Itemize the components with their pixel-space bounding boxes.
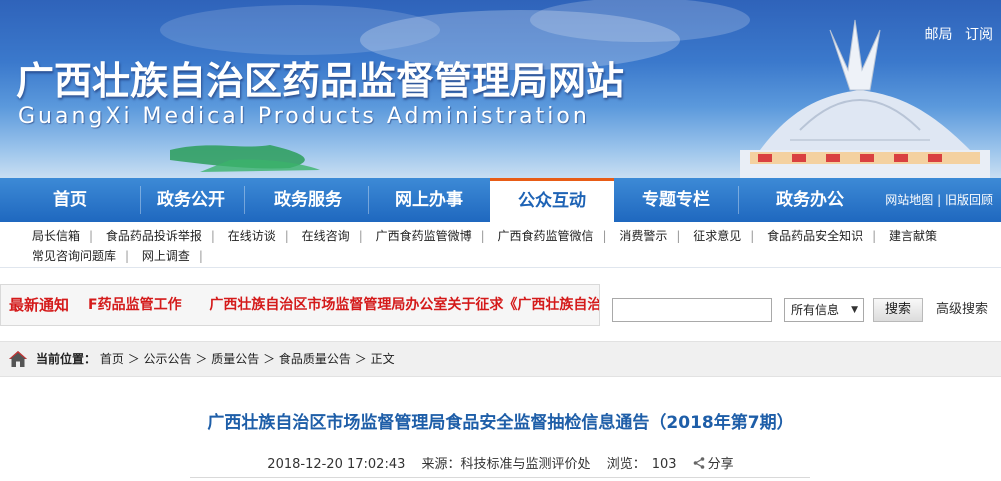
nav-item-public-interaction[interactable]: 公众互动 xyxy=(490,178,614,222)
sub-nav-item-director-mailbox[interactable]: 局长信箱 xyxy=(32,229,80,243)
top-links: 邮局 订阅 xyxy=(917,24,993,44)
notice-ticker: F药品监管工作 广西壮族自治区市场监督管理局办公室关于征求《广西壮族自治 xyxy=(88,285,599,325)
sub-nav-item-online-survey[interactable]: 网上调查 xyxy=(142,249,190,263)
nav-divider xyxy=(738,186,739,214)
breadcrumb-separator: ＞ xyxy=(263,352,276,366)
share-button[interactable]: 分享 xyxy=(693,457,734,472)
breadcrumb-item-current: 正文 xyxy=(370,352,395,366)
breadcrumb-item-notices[interactable]: 公示公告 xyxy=(144,352,192,366)
article-meta: 2018-12-20 17:02:43 来源：科技标准与监测评价处 浏览： 103… xyxy=(0,453,1001,472)
sub-nav-item-consumer-warning[interactable]: 消费警示 xyxy=(619,229,667,243)
notice-bar: 最新通知 F药品监管工作 广西壮族自治区市场监督管理局办公室关于征求《广西壮族自… xyxy=(0,280,1001,330)
main-nav: 首页 政务公开 政务服务 网上办事 公众互动 专题专栏 政务办公 网站地图 | … xyxy=(0,178,1001,222)
old-version-link[interactable]: 旧版回顾 xyxy=(945,193,993,207)
nav-divider xyxy=(244,186,245,214)
search-scope-value: 所有信息 xyxy=(791,303,840,317)
search-button[interactable]: 搜索 xyxy=(873,298,923,322)
breadcrumb-separator: ＞ xyxy=(354,352,367,366)
sub-nav-row: 局长信箱 | 食品药品投诉举报 | 在线访谈 | 在线咨询 | 广西食药监管微博 | 广西… xyxy=(32,229,938,243)
article-title: 广西壮族自治区市场监督管理局食品安全监督抽检信息通告（2018年第7期） xyxy=(207,413,794,433)
sub-nav-item-online-consult[interactable]: 在线咨询 xyxy=(302,229,350,243)
sub-nav-item-safety-knowledge[interactable]: 食品药品安全知识 xyxy=(767,229,863,243)
subscribe-link[interactable]: 订阅 xyxy=(965,27,993,43)
notice-link[interactable]: F药品监管工作 xyxy=(88,297,182,313)
mail-link[interactable]: 邮局 xyxy=(925,27,953,43)
sub-nav-item-weibo[interactable]: 广西食药监管微博 xyxy=(376,229,472,243)
breadcrumb-item-quality[interactable]: 质量公告 xyxy=(211,352,259,366)
notice-link[interactable]: 广西壮族自治区市场监督管理局办公室关于征求《广西壮族自治 xyxy=(209,297,599,313)
nav-item-government-services[interactable]: 政务服务 xyxy=(246,178,370,222)
article-views: 浏览： 103 xyxy=(606,457,677,472)
home-icon xyxy=(9,351,27,367)
sub-nav-item-suggestions[interactable]: 建言献策 xyxy=(889,229,937,243)
nav-item-online-services[interactable]: 网上办事 xyxy=(368,178,490,222)
breadcrumb-item-home[interactable]: 首页 xyxy=(100,352,124,366)
breadcrumb: 当前位置： 首页 ＞ 公示公告 ＞ 质量公告 ＞ 食品质量公告 ＞ 正文 xyxy=(0,341,1001,377)
breadcrumb-separator: ＞ xyxy=(127,352,140,366)
article-datetime: 2018-12-20 17:02:43 xyxy=(267,457,406,472)
nav-item-home[interactable]: 首页 xyxy=(0,178,140,222)
site-title-english: GuangXi Medical Products Administration xyxy=(18,104,590,129)
breadcrumb-label: 当前位置： xyxy=(36,352,97,366)
latest-notice-box: 最新通知 F药品监管工作 广西壮族自治区市场监督管理局办公室关于征求《广西壮族自… xyxy=(0,284,600,326)
share-icon xyxy=(693,457,704,469)
latest-notice-label: 最新通知 xyxy=(9,296,70,314)
site-title: 广西壮族自治区药品监督管理局网站 xyxy=(16,59,625,103)
nav-item-special-topics[interactable]: 专题专栏 xyxy=(614,178,738,222)
nav-item-office[interactable]: 政务办公 xyxy=(740,178,880,222)
nav-extra-links: 网站地图 | 旧版回顾 xyxy=(885,178,993,222)
breadcrumb-separator: ＞ xyxy=(195,352,208,366)
search-input[interactable] xyxy=(613,299,771,321)
breadcrumb-trail: 当前位置： 首页 ＞ 公示公告 ＞ 质量公告 ＞ 食品质量公告 ＞ 正文 xyxy=(36,342,395,376)
sitemap-link[interactable]: 网站地图 xyxy=(885,193,933,207)
sub-nav-item-solicit-opinions[interactable]: 征求意见 xyxy=(693,229,741,243)
sub-nav-item-online-interview[interactable]: 在线访谈 xyxy=(228,229,276,243)
sub-nav-item-wechat[interactable]: 广西食药监管微信 xyxy=(497,229,593,243)
sub-nav: 局长信箱 | 食品药品投诉举报 | 在线访谈 | 在线咨询 | 广西食药监管微博 | 广西… xyxy=(0,222,1001,268)
meta-divider xyxy=(190,477,810,478)
breadcrumb-item-food-quality[interactable]: 食品质量公告 xyxy=(279,352,351,366)
search-input-wrapper xyxy=(612,298,772,322)
chevron-down-icon: ▼ xyxy=(851,305,858,315)
sub-nav-row: 常见咨询问题库 | 网上调查 | xyxy=(32,249,203,263)
extra-divider: | xyxy=(937,193,945,207)
advanced-search-link[interactable]: 高级搜索 xyxy=(936,298,988,322)
nav-item-government-affairs[interactable]: 政务公开 xyxy=(120,178,262,222)
article-source: 来源：科技标准与监测评价处 xyxy=(421,457,591,472)
search-scope-select[interactable]: 所有信息 ▼ xyxy=(784,298,864,322)
sub-nav-item-faq[interactable]: 常见咨询问题库 xyxy=(32,249,116,263)
site-banner: 广西壮族自治区药品监督管理局网站 GuangXi Medical Product… xyxy=(0,0,1001,178)
sub-nav-item-complaints[interactable]: 食品药品投诉举报 xyxy=(106,229,202,243)
